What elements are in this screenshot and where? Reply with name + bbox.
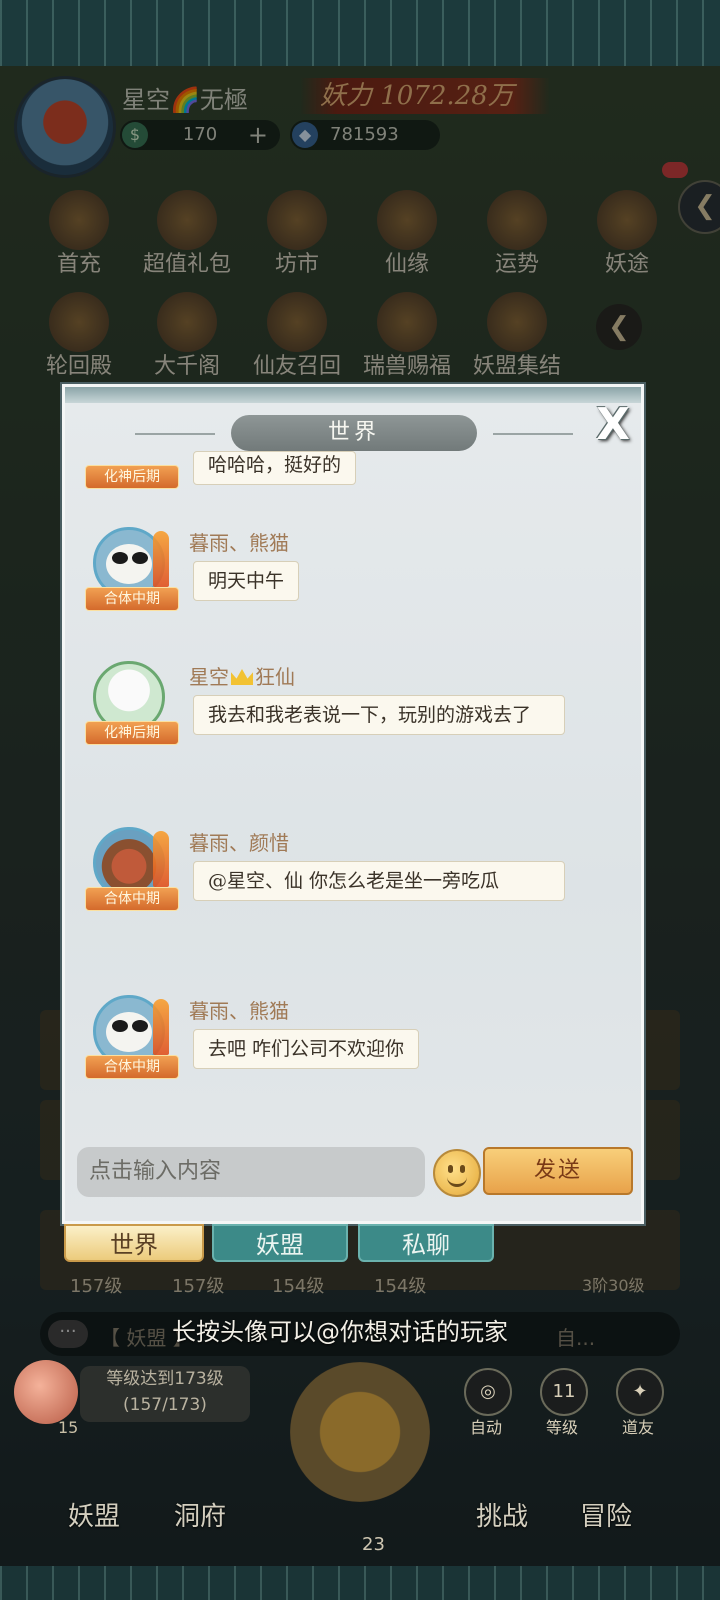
- player-name: 暮雨、熊猫: [189, 531, 289, 555]
- player-avatar[interactable]: 合体中期: [83, 989, 179, 1079]
- rank-badge: 合体中期: [85, 1055, 179, 1079]
- chat-message: 合体中期 暮雨、颜惜 @星空、仙 你怎么老是坐一旁吃瓜: [83, 821, 623, 951]
- peach-icon[interactable]: [14, 1360, 78, 1424]
- message-bubble: 去吧 咋们公司不欢迎你: [193, 1029, 420, 1069]
- auto-label: 自动: [469, 1418, 502, 1437]
- chat-message: 化神后期 星空 狂仙 我去和我老表说一下，玩别的游戏去了: [83, 655, 623, 785]
- message-bubble: 明天中午: [193, 561, 300, 601]
- bottom-pattern-strip: [0, 1566, 720, 1600]
- player-avatar[interactable]: 化神后期: [83, 655, 179, 745]
- rank-badge: 合体中期: [85, 887, 179, 911]
- top-pattern-strip: [0, 0, 720, 66]
- player-name: 暮雨、熊猫: [189, 999, 289, 1023]
- send-button[interactable]: 发送: [483, 1147, 633, 1195]
- rank-badge: 合体中期: [85, 587, 179, 611]
- rank-badge: 化神后期: [85, 465, 179, 489]
- axe-attack-button[interactable]: [290, 1362, 430, 1502]
- peach-count: 15: [58, 1418, 79, 1437]
- tab-private-chat[interactable]: 私聊: [358, 1224, 494, 1262]
- player-avatar[interactable]: 合体中期: [83, 521, 179, 611]
- crown-icon: [231, 669, 253, 685]
- nav-cave[interactable]: 洞府: [174, 1496, 226, 1533]
- goal-text: 等级达到173级: [106, 1369, 224, 1389]
- player-avatar[interactable]: 合体中期: [83, 821, 179, 911]
- flame-decoration: [153, 831, 169, 887]
- companion-button[interactable]: ✦: [616, 1368, 664, 1416]
- level-goal[interactable]: 等级达到173级 (157/173): [80, 1366, 250, 1422]
- companion-label: 道友: [621, 1418, 654, 1437]
- nav-challenge[interactable]: 挑战: [476, 1496, 528, 1533]
- axe-count: 23: [362, 1534, 385, 1555]
- world-chat-dialog: 世界 X 化神后期 哈哈哈，挺好的 合体中期 暮雨、熊猫 明天中午 化神后期 星…: [62, 384, 644, 1224]
- message-bubble: @星空、仙 你怎么老是坐一旁吃瓜: [193, 861, 565, 901]
- level-label: 等级: [545, 1418, 578, 1437]
- emoji-button[interactable]: [433, 1149, 481, 1197]
- message-bubble: 我去和我老表说一下，玩别的游戏去了: [193, 695, 565, 735]
- tip-text: 长按头像可以@你想对话的玩家: [172, 1318, 508, 1346]
- auto-button[interactable]: ◎: [464, 1368, 512, 1416]
- chat-input[interactable]: 点击输入内容: [77, 1147, 425, 1197]
- chat-message: 合体中期 暮雨、熊猫 明天中午: [83, 521, 623, 631]
- rank-badge: 化神后期: [85, 721, 179, 745]
- goal-progress: (157/173): [123, 1395, 207, 1415]
- level-button[interactable]: 11: [540, 1368, 588, 1416]
- flame-decoration: [153, 531, 169, 587]
- dialog-top-border: [65, 387, 641, 403]
- nav-guild[interactable]: 妖盟: [68, 1496, 120, 1533]
- chat-message: 合体中期 暮雨、熊猫 去吧 咋们公司不欢迎你: [83, 989, 623, 1099]
- tab-guild[interactable]: 妖盟: [212, 1224, 348, 1262]
- player-name: 星空 狂仙: [189, 665, 295, 689]
- emoji-icon: [448, 1165, 453, 1173]
- player-name: 暮雨、颜惜: [189, 831, 289, 855]
- nav-adventure[interactable]: 冒险: [580, 1496, 632, 1533]
- chat-message: 化神后期 哈哈哈，挺好的: [83, 419, 623, 499]
- flame-decoration: [153, 999, 169, 1055]
- tab-world[interactable]: 世界: [64, 1224, 204, 1262]
- message-bubble: 哈哈哈，挺好的: [193, 451, 357, 485]
